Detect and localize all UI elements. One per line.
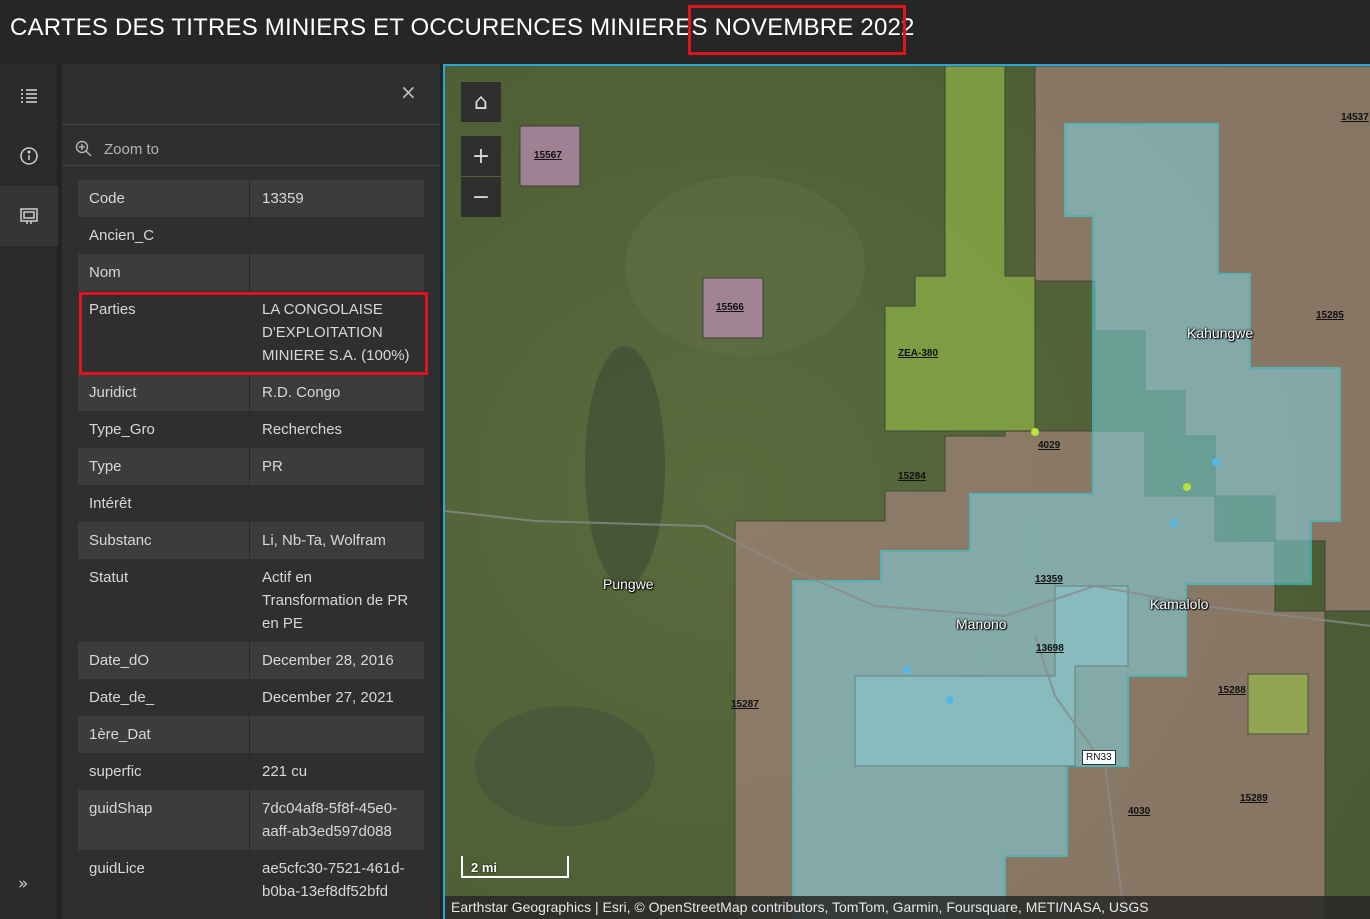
map-attribution: Earthstar Geographics | Esri, © OpenStre… (445, 896, 1370, 919)
town-label: Kamalolo (1150, 596, 1209, 612)
attribute-value (250, 716, 424, 753)
attribute-key: Substanc (78, 522, 250, 559)
zoom-in-button[interactable]: + (461, 136, 501, 176)
sidebar-toolbar: » (0, 64, 58, 919)
attribute-row: guidLice ae5cfc30-7521-461d-b0ba-13ef8df5… (78, 850, 424, 910)
attribute-key: 1ère_Dat (78, 716, 250, 753)
minus-icon: − (471, 184, 491, 210)
attribute-row: Type_Gro Recherches (78, 411, 424, 448)
app-header: CARTES DES TITRES MINIERS ET OCCURENCES … (0, 0, 1370, 64)
town-label: Kahungwe (1187, 325, 1254, 341)
close-button[interactable]: × (400, 80, 417, 104)
popup-button[interactable] (0, 186, 58, 246)
attribute-value: R.D. Congo (250, 374, 424, 411)
about-button[interactable] (0, 126, 58, 186)
parcel-label: 15289 (1240, 793, 1268, 804)
attribute-key: superfic (78, 753, 250, 790)
attribute-row: Juridict R.D. Congo (78, 374, 424, 411)
title-text: CARTES DES TITRES MINIERS ET OCCURENCES … (10, 14, 715, 41)
attribute-row: Nom (78, 254, 424, 291)
attribute-row: Date_de_ December 27, 2021 (78, 679, 424, 716)
zoom-to-button[interactable]: Zoom to (74, 132, 159, 166)
zoom-to-icon (75, 140, 92, 157)
expand-icon[interactable]: » (18, 874, 28, 894)
attribute-row: Code 13359 (78, 180, 424, 217)
feature-panel: × Zoom to Code 13359 Ancien_C Nom Parties LA … (62, 64, 440, 919)
attribute-key: Type_Gro (78, 411, 250, 448)
attribute-key: guidShap (78, 790, 250, 850)
parcel-label: 15284 (898, 471, 926, 482)
info-icon (20, 147, 38, 165)
map-canvas[interactable] (445, 66, 1370, 919)
attribute-row: 1ère_Dat (78, 716, 424, 753)
layer-list-button[interactable] (0, 66, 58, 126)
highlight-box (688, 5, 906, 55)
zoom-to-label: Zoom to (104, 140, 160, 158)
attribute-key: Statut (78, 559, 250, 642)
parcel-label: 15566 (716, 302, 744, 313)
attribute-value: Actif en Transformation de PR en PE (250, 559, 424, 642)
attribute-key: Intérêt (78, 485, 250, 522)
parcel-label: 15287 (731, 699, 759, 710)
list-icon (21, 89, 37, 103)
attribute-value: Li, Nb-Ta, Wolfram (250, 522, 424, 559)
parcel-label: 15285 (1316, 310, 1344, 321)
attribute-value: 7dc04af8-5f8f-45e0-aaff-ab3ed597d088 (250, 790, 424, 850)
road-shield: RN33 (1082, 750, 1116, 765)
map-view[interactable]: ⌂ + − 15567 15566 ZEA-380 4029 15284 133… (443, 64, 1370, 919)
attribute-value: December 28, 2016 (250, 642, 424, 679)
attribute-table: Code 13359 Ancien_C Nom Parties LA CONGOLAISE… (78, 180, 424, 910)
attribute-key: Code (78, 180, 250, 217)
attribute-value: PR (250, 448, 424, 485)
plus-icon: + (471, 143, 491, 169)
parcel-label: 15288 (1218, 685, 1246, 696)
highlight-box (79, 292, 428, 375)
divider (62, 165, 440, 166)
attribute-row: guidShap 7dc04af8-5f8f-45e0-aaff-ab3ed597… (78, 790, 424, 850)
attribute-row: superfic 221 cu (78, 753, 424, 790)
zoom-out-button[interactable]: − (461, 177, 501, 217)
attribute-row: Type PR (78, 448, 424, 485)
attribute-key: guidLice (78, 850, 250, 910)
divider (62, 124, 440, 125)
attribute-key: Ancien_C (78, 217, 250, 254)
parcel-label: 14537 (1341, 112, 1369, 123)
home-button[interactable]: ⌂ (461, 82, 501, 122)
attribute-value: 13359 (250, 180, 424, 217)
parcel-label: 4030 (1128, 806, 1151, 817)
attribute-key: Juridict (78, 374, 250, 411)
parcel-label: ZEA-380 (898, 348, 939, 359)
attribute-key: Date_dO (78, 642, 250, 679)
town-label: Pungwe (603, 576, 654, 592)
attribute-row: Date_dO December 28, 2016 (78, 642, 424, 679)
parcel-label: 4029 (1038, 440, 1061, 451)
attribute-value: Recherches (250, 411, 424, 448)
attribute-value: ae5cfc30-7521-461d-b0ba-13ef8df52bfd (250, 850, 424, 910)
parcel-label: 13698 (1036, 643, 1064, 654)
attribute-row: Substanc Li, Nb-Ta, Wolfram (78, 522, 424, 559)
parcel-label: 15567 (534, 150, 562, 161)
attribute-value: 221 cu (250, 753, 424, 790)
home-icon: ⌂ (474, 89, 488, 115)
attribute-row: Intérêt (78, 485, 424, 522)
attribute-value: December 27, 2021 (250, 679, 424, 716)
attribute-key: Type (78, 448, 250, 485)
parcel-label: 13359 (1035, 574, 1063, 585)
attribute-key: Date_de_ (78, 679, 250, 716)
attribute-row: Ancien_C (78, 217, 424, 254)
attribute-value (250, 485, 424, 522)
scale-bar: 2 mi (461, 856, 569, 878)
popup-icon (20, 208, 38, 224)
attribute-row: Statut Actif en Transformation de PR en P… (78, 559, 424, 642)
attribute-value (250, 254, 424, 291)
attribute-key: Nom (78, 254, 250, 291)
town-label: Manono (956, 616, 1007, 632)
attribute-value (250, 217, 424, 254)
